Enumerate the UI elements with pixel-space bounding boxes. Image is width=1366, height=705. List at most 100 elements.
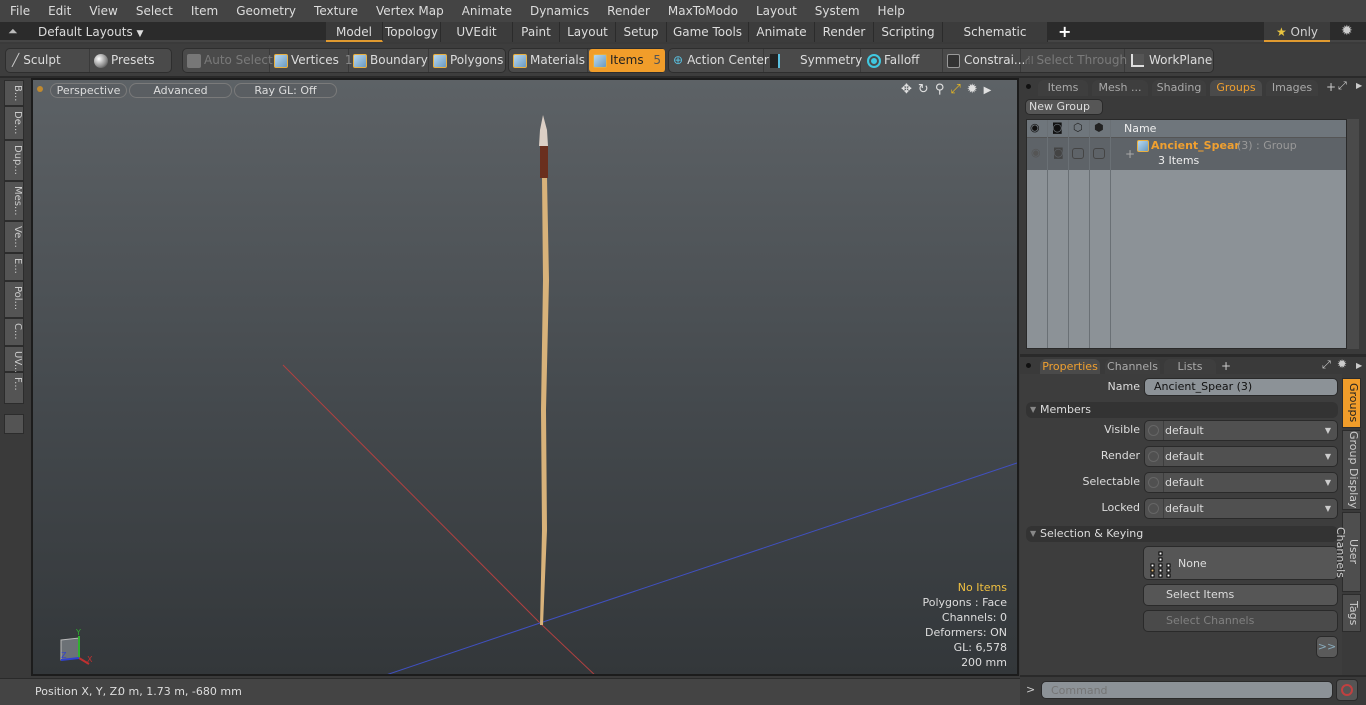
tab-lists[interactable]: Lists <box>1164 359 1216 375</box>
constraints-button[interactable]: Constrai... <box>943 49 1025 72</box>
action-center-button[interactable]: ⊕ Action Center <box>669 49 769 72</box>
add-properties-tab-button[interactable]: + <box>1221 359 1231 373</box>
select-column-icon[interactable]: ⬡ <box>1073 121 1083 134</box>
layout-tab-animate[interactable]: Animate <box>749 22 815 42</box>
side-tab-groups[interactable]: Groups <box>1342 378 1361 428</box>
left-tab-5[interactable]: E... <box>4 253 24 281</box>
vertices-button[interactable]: Vertices 1 <box>270 49 353 72</box>
left-tab-4[interactable]: Ve... <box>4 221 24 253</box>
sculpt-button[interactable]: ╱ Sculpt <box>6 49 90 72</box>
menu-animate[interactable]: Animate <box>452 4 520 18</box>
selectable-dropdown[interactable]: default ▼ <box>1144 472 1338 493</box>
tab-mesh[interactable]: Mesh ... <box>1092 80 1148 96</box>
layout-tab-schematic-fusion[interactable]: Schematic Fusion <box>943 22 1048 59</box>
boundary-button[interactable]: Boundary <box>349 49 429 72</box>
add-layout-tab-button[interactable]: + <box>1058 22 1071 41</box>
menu-vertex-map[interactable]: Vertex Map <box>366 4 452 18</box>
visible-dropdown[interactable]: default ▼ <box>1144 420 1338 441</box>
menu-help[interactable]: Help <box>868 4 913 18</box>
menu-render[interactable]: Render <box>597 4 658 18</box>
layout-tab-layout[interactable]: Layout <box>560 22 616 42</box>
layout-tab-paint[interactable]: Paint <box>513 22 560 42</box>
add-tab-button[interactable]: + <box>1326 80 1336 94</box>
render-column-icon[interactable]: ◙ <box>1052 121 1063 134</box>
command-input[interactable] <box>1041 681 1333 699</box>
only-toggle[interactable]: ★ Only <box>1264 22 1330 42</box>
expand-arrow-icon[interactable]: ▶ <box>1356 81 1362 90</box>
expand-icon[interactable]: + <box>1125 147 1135 161</box>
left-tab-0[interactable]: B... <box>4 80 24 106</box>
layout-tab-setup[interactable]: Setup <box>616 22 667 42</box>
menu-select[interactable]: Select <box>126 4 181 18</box>
left-tab-3[interactable]: Mes... <box>4 181 24 221</box>
menu-item[interactable]: Item <box>181 4 226 18</box>
tab-properties[interactable]: Properties <box>1040 359 1100 375</box>
layout-tab-game-tools[interactable]: Game Tools <box>667 22 749 42</box>
maximize-icon[interactable]: ⤢ <box>1338 79 1347 93</box>
group-row[interactable]: ◉ ◙ + Ancient_Spear (3) : Group 3 Items <box>1027 138 1346 170</box>
layout-tab-model[interactable]: Model <box>326 22 383 42</box>
tab-images[interactable]: Images <box>1266 80 1318 96</box>
new-group-button[interactable]: New Group <box>1025 99 1103 115</box>
tab-items[interactable]: Items <box>1038 80 1088 96</box>
layout-tab-render[interactable]: Render <box>815 22 874 42</box>
visibility-column-icon[interactable]: ◉ <box>1030 121 1040 134</box>
layout-tab-scripting[interactable]: Scripting <box>874 22 943 42</box>
properties-gear-icon[interactable]: ✹ <box>1337 357 1347 371</box>
select-toggle[interactable] <box>1072 148 1084 159</box>
left-tab-extra[interactable] <box>4 414 24 434</box>
lock-column-icon[interactable]: ⬢ <box>1094 121 1104 134</box>
name-field[interactable]: Ancient_Spear (3) <box>1144 378 1338 396</box>
selection-set-button[interactable]: None <box>1143 546 1338 580</box>
side-tab-tags[interactable]: Tags <box>1342 594 1361 632</box>
tab-groups[interactable]: Groups <box>1210 80 1262 96</box>
menu-texture[interactable]: Texture <box>304 4 366 18</box>
left-tab-1[interactable]: De... <box>4 106 24 140</box>
left-tab-7[interactable]: C... <box>4 318 24 346</box>
menu-geometry[interactable]: Geometry <box>226 4 304 18</box>
expand-arrow-icon[interactable]: ▶ <box>1356 361 1362 370</box>
render-toggle-icon[interactable]: ◙ <box>1053 146 1064 159</box>
polygons-button[interactable]: Polygons <box>429 49 507 72</box>
record-button[interactable] <box>1336 679 1358 701</box>
left-tab-6[interactable]: Pol... <box>4 281 24 318</box>
select-channels-button[interactable]: Select Channels <box>1143 610 1338 632</box>
3d-viewport[interactable]: Perspective Advanced Ray GL: Off ✥↻⚲⤢✹▶ … <box>31 78 1019 676</box>
menu-dynamics[interactable]: Dynamics <box>520 4 597 18</box>
auto-select-button[interactable]: Auto Select <box>183 49 273 72</box>
menu-file[interactable]: File <box>0 4 38 18</box>
maximize-icon[interactable]: ⤢ <box>1322 358 1331 372</box>
spear-model[interactable] <box>539 115 549 625</box>
render-dropdown[interactable]: default ▼ <box>1144 446 1338 467</box>
menu-edit[interactable]: Edit <box>38 4 79 18</box>
symmetry-button[interactable]: Symmetry <box>764 49 862 72</box>
layout-tab-topology[interactable]: Topology <box>383 22 441 42</box>
gear-icon[interactable]: ✹ <box>1341 23 1353 39</box>
menu-layout[interactable]: Layout <box>746 4 805 18</box>
layout-tab-uvedit[interactable]: UVEdit <box>441 22 513 42</box>
layout-up-icon[interactable]: ⏶ <box>8 24 18 39</box>
menu-maxtomodo[interactable]: MaxToModo <box>658 4 746 18</box>
side-tab-user-channels[interactable]: User Channels <box>1334 512 1361 592</box>
members-section[interactable]: ▼ Members <box>1026 402 1338 418</box>
select-items-button[interactable]: Select Items <box>1143 584 1338 606</box>
lock-toggle[interactable] <box>1093 148 1105 159</box>
left-tab-9[interactable]: F... <box>4 372 24 404</box>
left-tab-8[interactable]: UV... <box>4 346 24 373</box>
group-list-scrollbar[interactable] <box>1347 119 1359 349</box>
workplane-button[interactable]: WorkPlane <box>1125 49 1214 72</box>
side-tab-group-display[interactable]: Group Display <box>1342 430 1361 510</box>
tab-shading[interactable]: Shading <box>1152 80 1206 96</box>
layouts-dropdown[interactable]: Default Layouts ▼ <box>38 25 143 39</box>
visibility-toggle-icon[interactable]: ◉ <box>1031 146 1041 159</box>
menu-view[interactable]: View <box>79 4 125 18</box>
locked-dropdown[interactable]: default ▼ <box>1144 498 1338 519</box>
select-through-button[interactable]: ⛙ Select Through <box>1021 49 1127 72</box>
selection-keying-section[interactable]: ▼ Selection & Keying <box>1026 526 1338 542</box>
menu-system[interactable]: System <box>805 4 868 18</box>
materials-button[interactable]: Materials <box>509 49 588 72</box>
tab-channels[interactable]: Channels <box>1105 359 1160 375</box>
more-button[interactable]: >> <box>1316 636 1338 658</box>
left-tab-2[interactable]: Dup... <box>4 140 24 181</box>
falloff-button[interactable]: Falloff <box>861 49 943 72</box>
